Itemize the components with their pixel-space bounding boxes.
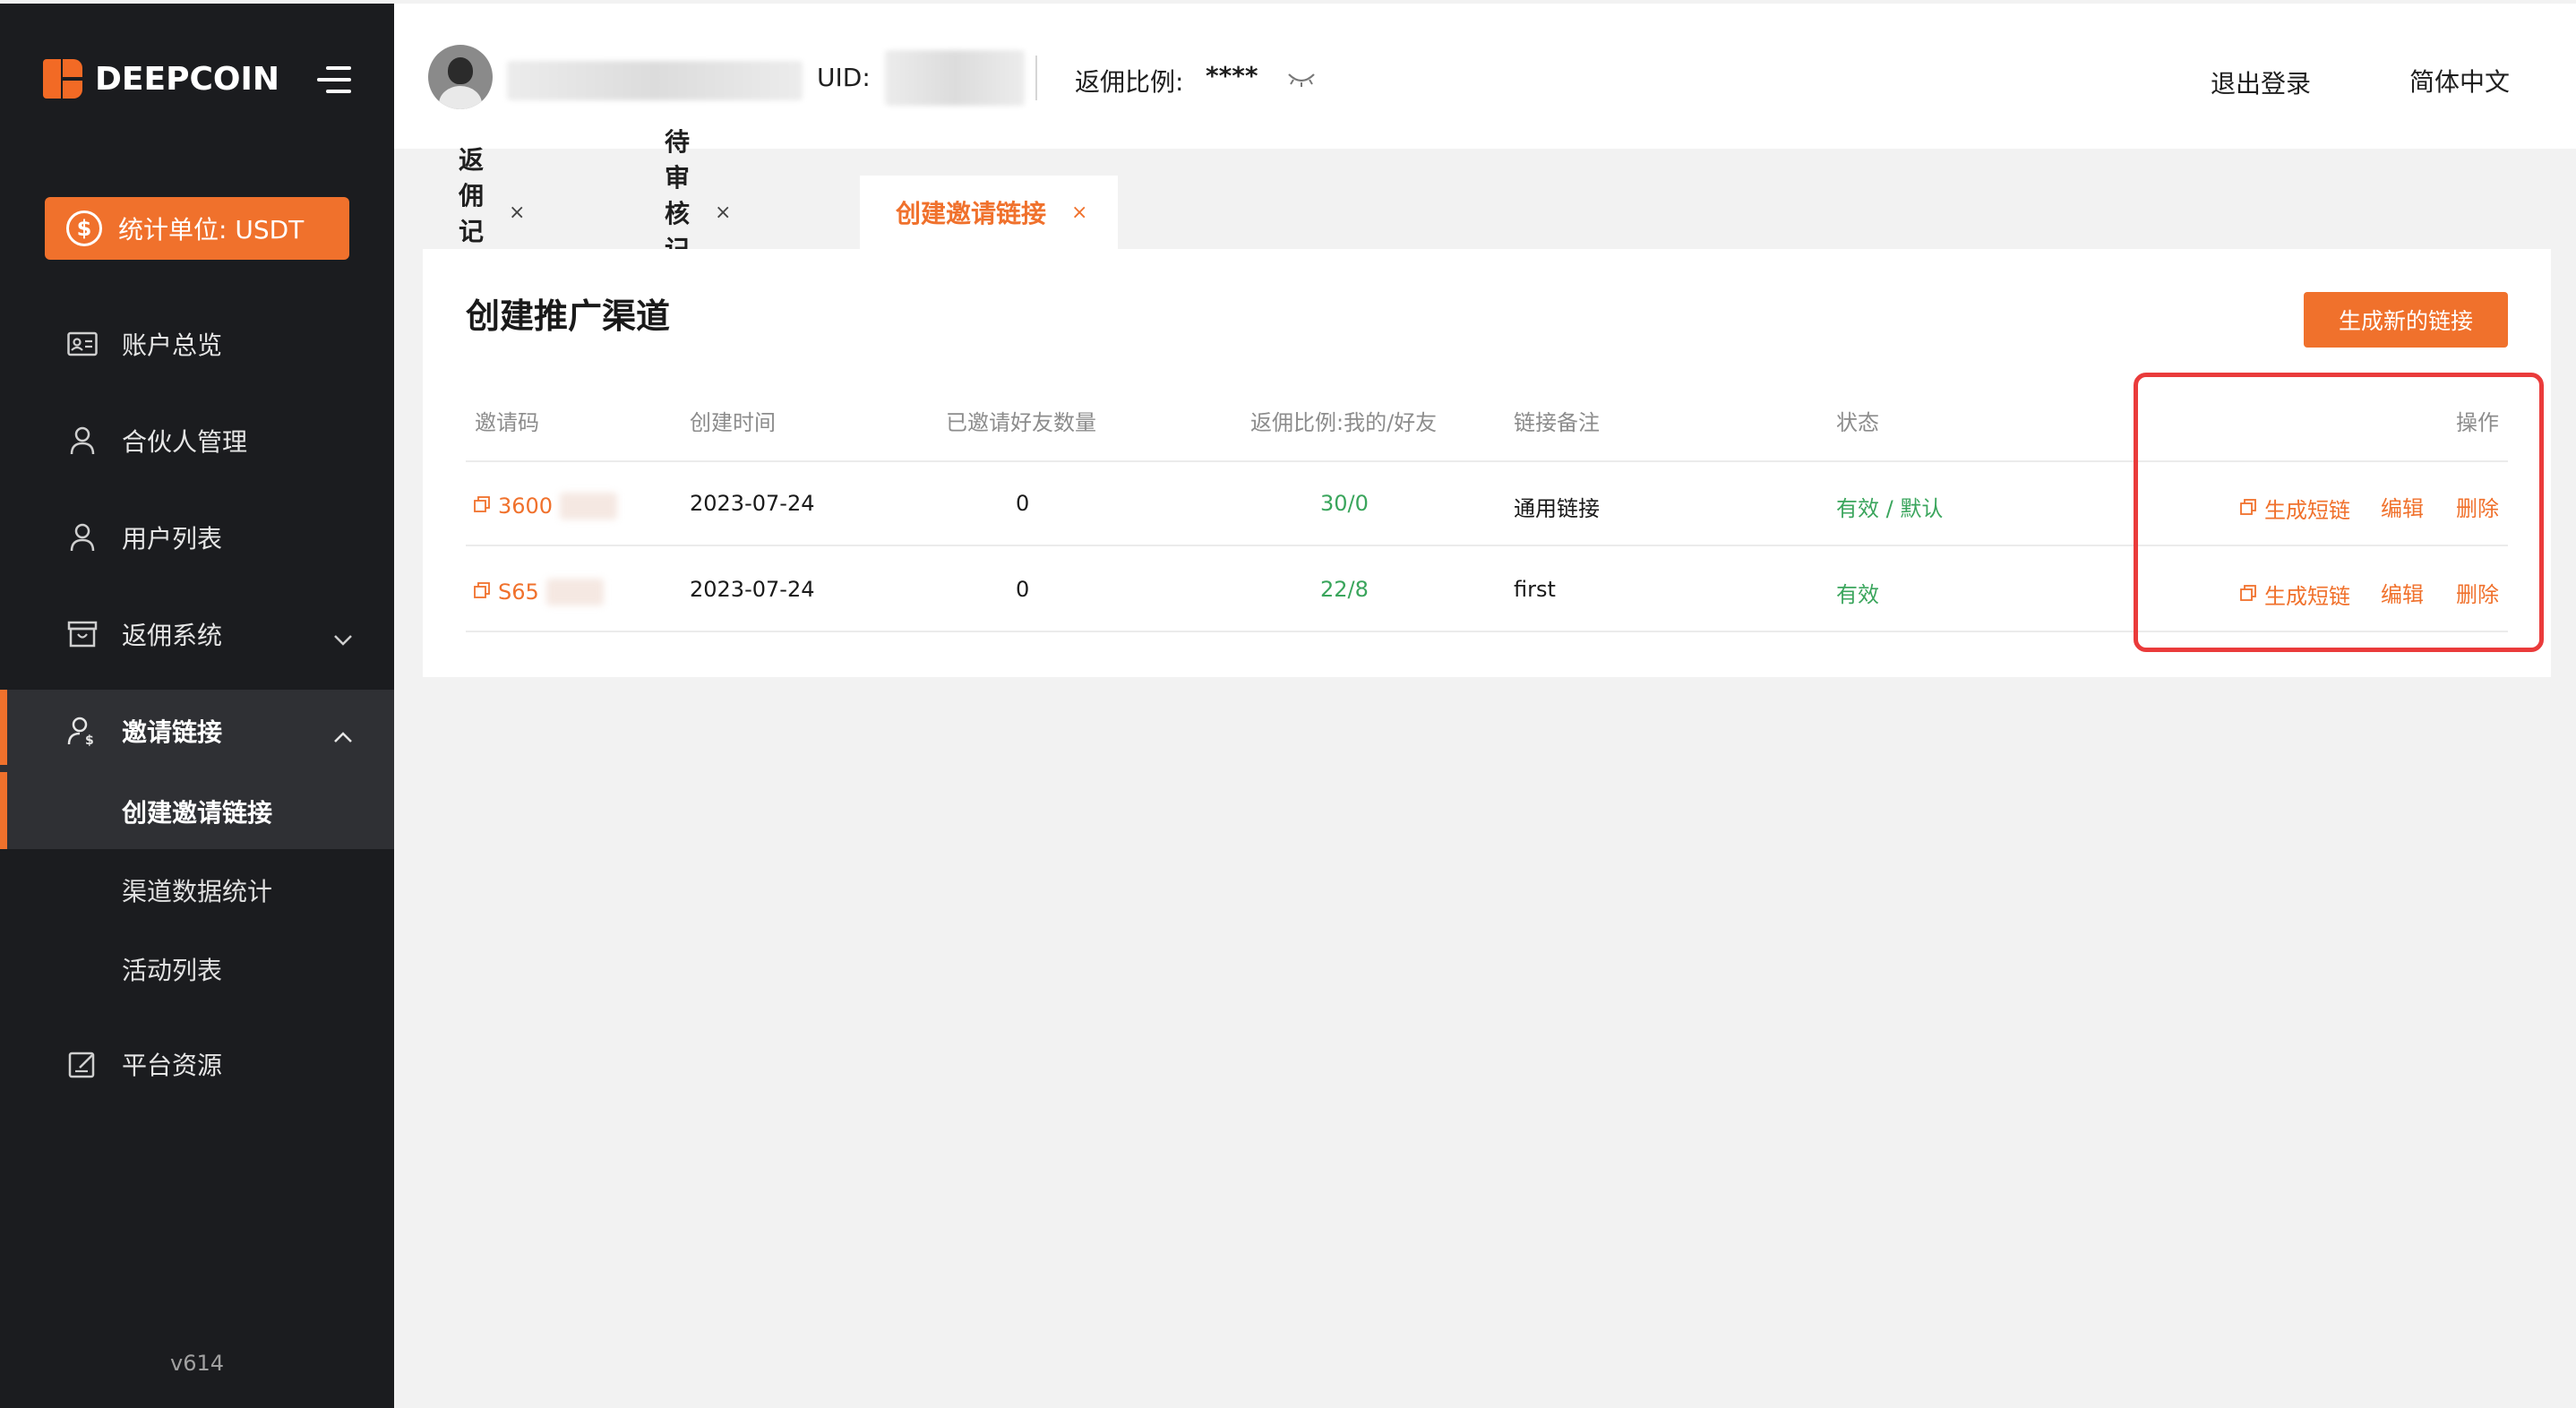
rebate-ratio-value: **** bbox=[1206, 61, 1258, 90]
brand-logo[interactable]: DEEPCOIN bbox=[43, 59, 279, 99]
username-redacted bbox=[507, 61, 803, 100]
rebate-ratio-label: 返佣比例: bbox=[1075, 67, 1184, 97]
column-header: 状态 bbox=[1836, 410, 1879, 435]
sidebar-subitem-activity-list[interactable]: 活动列表 bbox=[122, 951, 222, 987]
uid-label: UID: bbox=[817, 63, 871, 92]
sidebar-item-user-list[interactable]: 用户列表 bbox=[0, 500, 394, 575]
sidebar-item-label: 返佣系统 bbox=[122, 621, 223, 650]
stat-unit-label: 统计单位: USDT bbox=[118, 215, 305, 245]
uid-redacted bbox=[885, 50, 1025, 106]
column-header: 链接备注 bbox=[1514, 410, 1600, 435]
invite-code: 3600 bbox=[498, 494, 554, 519]
sidebar-item-platform-resources[interactable]: 平台资源 bbox=[0, 1026, 394, 1102]
sidebar-item-label: 账户总览 bbox=[122, 331, 223, 360]
version-label: v614 bbox=[169, 1351, 224, 1376]
column-header: 创建时间 bbox=[690, 410, 776, 435]
tab-pending-review[interactable]: 待审核记录 × bbox=[665, 127, 731, 300]
invited-count: 0 bbox=[1016, 491, 1030, 516]
chevron-up-icon bbox=[333, 720, 353, 750]
header-divider bbox=[1035, 56, 1037, 100]
invite-code: S65 bbox=[498, 580, 539, 605]
language-switch[interactable]: 简体中文 bbox=[2409, 63, 2510, 99]
box-icon bbox=[66, 618, 99, 650]
user-dollar-icon: $ bbox=[66, 715, 99, 747]
tab-label: 创建邀请链接 bbox=[896, 199, 1047, 228]
link-note: first bbox=[1514, 577, 1556, 602]
logout-link[interactable]: 退出登录 bbox=[2211, 64, 2311, 100]
sidebar-item-invite-link[interactable]: $ 邀请链接 bbox=[0, 693, 394, 768]
id-card-icon bbox=[66, 328, 99, 360]
svg-text:$: $ bbox=[85, 734, 94, 746]
sidebar: DEEPCOIN $ 统计单位: USDT 账户总览 合伙人管理 用户列表 返佣… bbox=[0, 4, 394, 1408]
tab-create-invite-link[interactable]: 创建邀请链接 × bbox=[860, 176, 1118, 249]
brand-name: DEEPCOIN bbox=[95, 60, 279, 98]
generate-new-link-button[interactable]: 生成新的链接 bbox=[2304, 292, 2508, 348]
invite-code-cell[interactable]: S65 bbox=[473, 579, 604, 605]
user-icon bbox=[66, 425, 99, 457]
actions-highlight-box bbox=[2134, 373, 2544, 652]
avatar[interactable] bbox=[428, 45, 493, 109]
close-icon[interactable]: × bbox=[715, 202, 731, 224]
close-icon[interactable]: × bbox=[509, 202, 525, 224]
link-status: 有效 / 默认 bbox=[1836, 496, 1944, 521]
created-date: 2023-07-24 bbox=[690, 577, 815, 602]
code-redacted bbox=[560, 493, 618, 519]
invited-count: 0 bbox=[1016, 577, 1030, 602]
column-header: 已邀请好友数量 bbox=[946, 410, 1096, 435]
sidebar-item-label: 合伙人管理 bbox=[122, 427, 248, 457]
sidebar-subitem-create-invite-link[interactable]: 创建邀请链接 bbox=[122, 794, 272, 829]
sidebar-item-label: 邀请链接 bbox=[122, 717, 223, 747]
top-header: UID: 返佣比例: **** 退出登录 简体中文 bbox=[394, 4, 2576, 149]
column-header: 邀请码 bbox=[475, 410, 539, 435]
eye-closed-icon[interactable] bbox=[1286, 72, 1317, 91]
sidebar-item-label: 平台资源 bbox=[122, 1051, 223, 1080]
invite-code-cell[interactable]: 3600 bbox=[473, 493, 618, 519]
stat-unit-button[interactable]: $ 统计单位: USDT bbox=[45, 197, 349, 260]
sidebar-item-label: 用户列表 bbox=[122, 524, 223, 554]
menu-toggle-icon[interactable] bbox=[317, 66, 351, 93]
link-note: 通用链接 bbox=[1514, 496, 1600, 521]
dollar-icon: $ bbox=[66, 210, 102, 246]
code-redacted bbox=[545, 579, 604, 605]
close-icon[interactable]: × bbox=[1071, 202, 1087, 224]
sidebar-subitem-channel-stats[interactable]: 渠道数据统计 bbox=[122, 872, 272, 908]
copy-icon[interactable] bbox=[473, 580, 491, 605]
column-header: 返佣比例:我的/好友 bbox=[1250, 410, 1438, 435]
chevron-down-icon bbox=[333, 623, 353, 653]
page-title: 创建推广渠道 bbox=[466, 296, 671, 336]
deepcoin-logo-icon bbox=[43, 59, 82, 99]
created-date: 2023-07-24 bbox=[690, 491, 815, 516]
user-icon bbox=[66, 521, 99, 554]
sidebar-item-rebate-system[interactable]: 返佣系统 bbox=[0, 597, 394, 672]
link-status: 有效 bbox=[1836, 582, 1879, 607]
rebate-ratio: 22/8 bbox=[1320, 577, 1369, 602]
active-sub-indicator bbox=[0, 772, 7, 849]
edit-icon bbox=[66, 1048, 99, 1080]
sidebar-item-partner-management[interactable]: 合伙人管理 bbox=[0, 403, 394, 478]
sidebar-item-account-overview[interactable]: 账户总览 bbox=[0, 306, 394, 382]
copy-icon[interactable] bbox=[473, 494, 491, 519]
rebate-ratio: 30/0 bbox=[1320, 491, 1369, 516]
tab-rebate-records[interactable]: 返佣记录 × bbox=[459, 145, 525, 282]
